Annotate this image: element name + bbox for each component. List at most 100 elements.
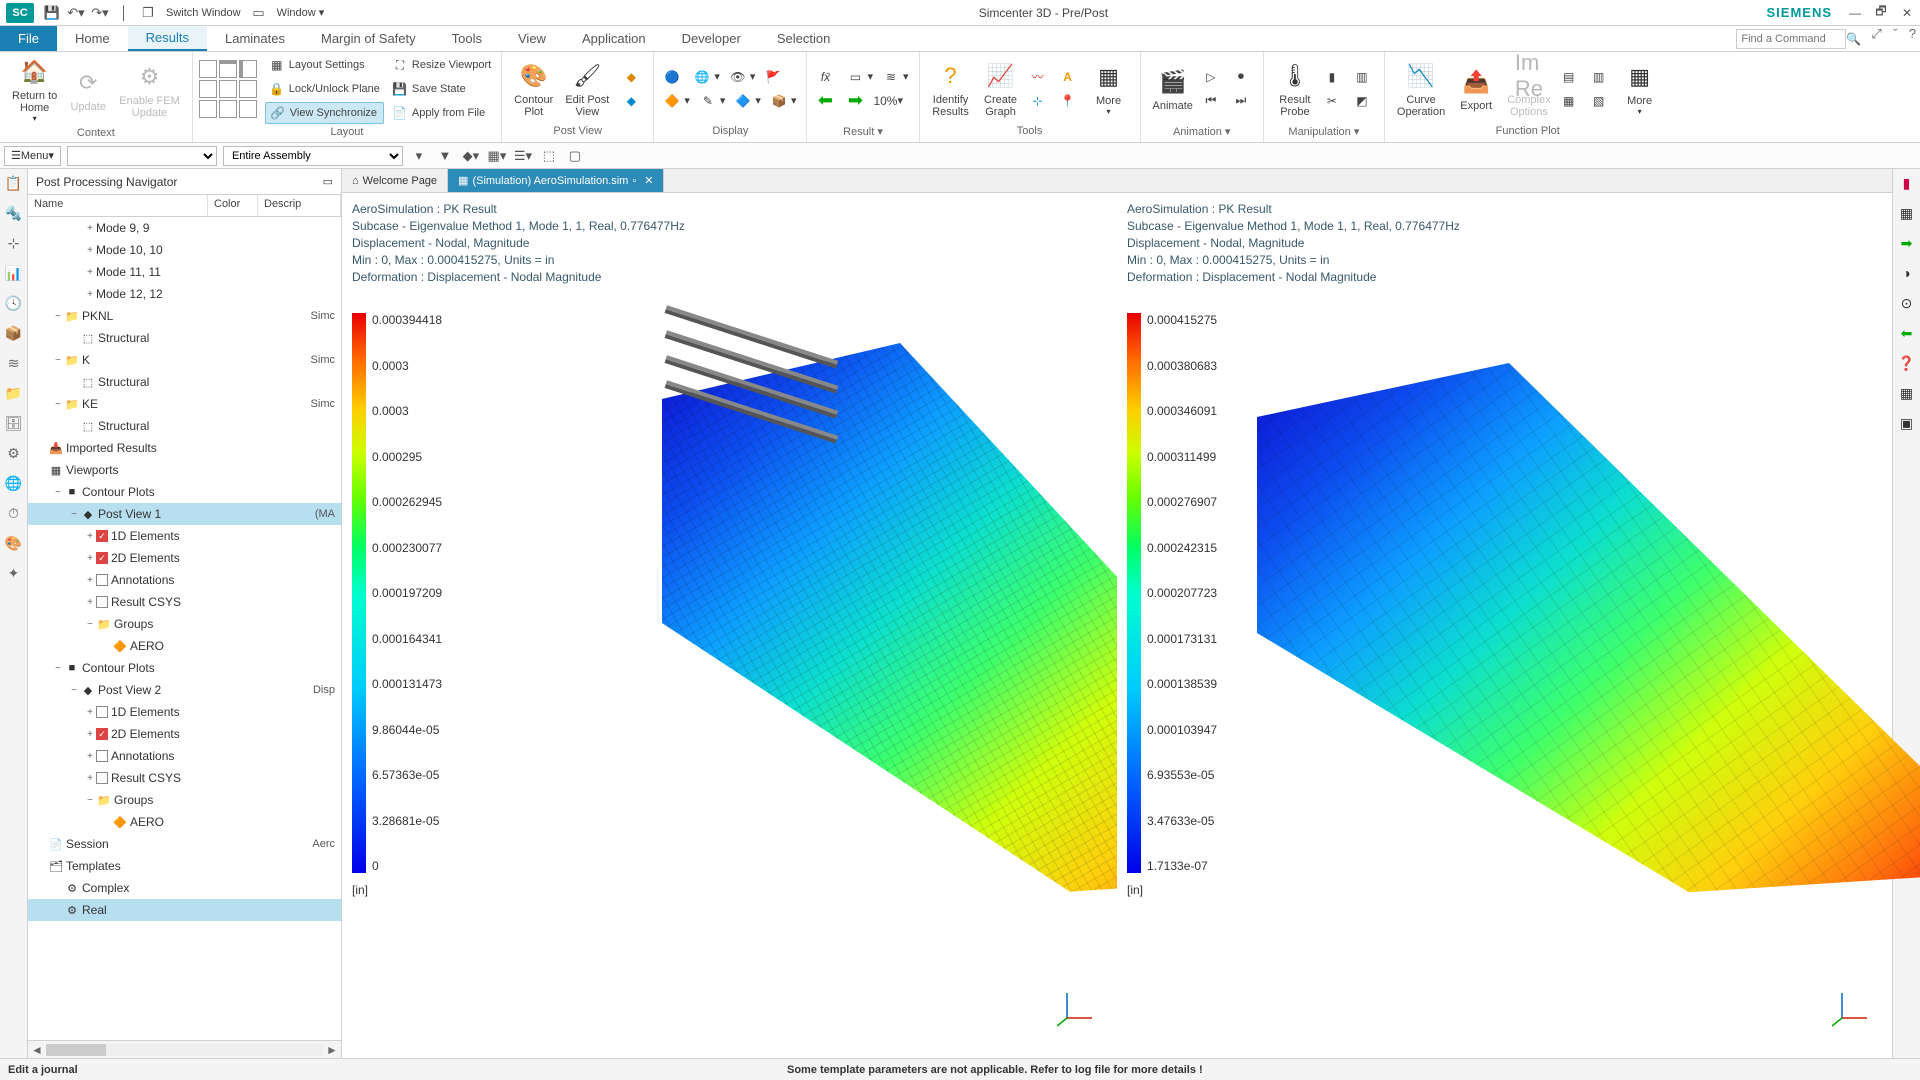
scroll-right-icon[interactable]: ► — [323, 1043, 341, 1057]
tools-opt2[interactable]: A — [1056, 66, 1084, 88]
disp-a1[interactable]: 🔵 — [660, 66, 688, 88]
resize-viewport-button[interactable]: ⛶Resize Viewport — [388, 54, 495, 76]
result-a1[interactable]: fx̄ — [813, 66, 841, 88]
scroll-left-icon[interactable]: ◄ — [28, 1043, 46, 1057]
search-icon[interactable]: 🔍 — [1846, 32, 1861, 46]
constraint-icon[interactable]: ⊹ — [4, 233, 24, 253]
identify-results-button[interactable]: ?Identify Results — [926, 58, 976, 120]
tree-row[interactable]: −📁KESimc — [28, 393, 341, 415]
manip-b1[interactable]: ✂ — [1320, 90, 1348, 112]
redo-icon[interactable]: ↷▾ — [90, 3, 110, 23]
switch-window-button[interactable]: Switch Window — [160, 7, 247, 19]
nav-tab-icon[interactable]: 📋 — [4, 173, 24, 193]
edit-post-view-button[interactable]: 🖌Edit Post View — [559, 58, 615, 120]
tree-row[interactable]: ⬚Structural — [28, 327, 341, 349]
next-result-button[interactable]: ➡ — [843, 90, 871, 112]
tab-application[interactable]: Application — [564, 26, 664, 51]
cube-nav-icon[interactable]: 📦 — [4, 323, 24, 343]
rs-icon-2[interactable]: ▦ — [1897, 203, 1917, 223]
col-name[interactable]: Name — [28, 195, 208, 216]
rs-icon-1[interactable]: ▮ — [1897, 173, 1917, 193]
disp-b1[interactable]: 🔶▾ — [660, 90, 694, 112]
export-button[interactable]: 📤Export — [1451, 64, 1501, 114]
tree-row[interactable]: −◆Post View 1(MA — [28, 503, 341, 525]
curve-operation-button[interactable]: 📉Curve Operation — [1391, 58, 1451, 120]
tb-cube-icon[interactable]: ◆▾ — [461, 146, 481, 166]
disp-b4[interactable]: 📦▾ — [767, 90, 801, 112]
filter-select-1[interactable] — [67, 146, 217, 166]
result-percent-button[interactable]: 10%▾ — [873, 90, 907, 112]
tree-row[interactable]: 🔶AERO — [28, 635, 341, 657]
tree-row[interactable]: +Mode 10, 10 — [28, 239, 341, 261]
postview-opt2-button[interactable]: ◆ — [619, 90, 647, 112]
tb-list-icon[interactable]: ☰▾ — [513, 146, 533, 166]
tree-row[interactable]: +✓2D Elements — [28, 723, 341, 745]
fp-b1[interactable]: ▦ — [1557, 90, 1585, 112]
window-menu-button[interactable]: Window ▾ — [271, 6, 331, 19]
minimize-button[interactable]: — — [1842, 3, 1868, 23]
file-tab[interactable]: File — [0, 26, 57, 51]
help-icon[interactable]: ? — [1909, 26, 1916, 41]
tree-row[interactable]: ⚙Real — [28, 899, 341, 921]
fp-b2[interactable]: ▧ — [1587, 90, 1615, 112]
tree-row[interactable]: 📥Imported Results — [28, 437, 341, 459]
layout-grid-picker[interactable] — [199, 60, 257, 118]
manip-a1[interactable]: ▮ — [1320, 66, 1348, 88]
scroll-thumb[interactable] — [46, 1044, 106, 1056]
result-a3[interactable]: ≋▾ — [879, 66, 913, 88]
tab-pin-icon[interactable]: ▫ — [632, 175, 636, 187]
palette-nav-icon[interactable]: 🎨 — [4, 533, 24, 553]
tb-select-icon[interactable]: ⬚ — [539, 146, 559, 166]
tree-row[interactable]: −📁Groups — [28, 789, 341, 811]
fp-a1[interactable]: ▤ — [1557, 66, 1585, 88]
result-probe-button[interactable]: 🌡Result Probe — [1270, 58, 1320, 120]
tab-view[interactable]: View — [500, 26, 564, 51]
navigator-tree[interactable]: +Mode 9, 9+Mode 10, 10+Mode 11, 11+Mode … — [28, 217, 341, 1040]
viewport-2[interactable]: AeroSimulation : PK Result Subcase - Eig… — [1117, 193, 1892, 1058]
tb-filter-icon[interactable]: ▼ — [435, 146, 455, 166]
tab-selection[interactable]: Selection — [759, 26, 848, 51]
result-a2[interactable]: ▭▾ — [843, 66, 877, 88]
tree-row[interactable]: −📁Groups — [28, 613, 341, 635]
gear-nav-icon[interactable]: ⚙ — [4, 443, 24, 463]
tab-home[interactable]: Home — [57, 26, 128, 51]
tab-simulation-file[interactable]: ▦ (Simulation) AeroSimulation.sim ▫ ✕ — [448, 169, 664, 192]
restore-button[interactable]: 🗗 — [1868, 3, 1894, 23]
lock-unlock-plane-button[interactable]: 🔒Lock/Unlock Plane — [265, 78, 384, 100]
tree-row[interactable]: ▦Viewports — [28, 459, 341, 481]
tree-row[interactable]: ⬚Structural — [28, 371, 341, 393]
contour-plot-button[interactable]: 🎨Contour Plot — [508, 58, 559, 120]
menu-button[interactable]: ☰ Menu ▾ — [4, 146, 61, 166]
tools-more-button[interactable]: ▦More▾ — [1084, 59, 1134, 118]
tree-row[interactable]: +Annotations — [28, 569, 341, 591]
tree-row[interactable]: +Annotations — [28, 745, 341, 767]
pin-icon[interactable]: ▭ — [323, 175, 333, 188]
tree-row[interactable]: +Mode 9, 9 — [28, 217, 341, 239]
layers-nav-icon[interactable]: ≋ — [4, 353, 24, 373]
tb-box-icon[interactable]: ▢ — [565, 146, 585, 166]
prev-result-button[interactable]: ⬅ — [813, 90, 841, 112]
rs-forward-icon[interactable]: ➡ — [1897, 233, 1917, 253]
tree-row[interactable]: +1D Elements — [28, 701, 341, 723]
undo-icon[interactable]: ↶▾ — [66, 3, 86, 23]
disp-a2[interactable]: 🌐▾ — [690, 66, 724, 88]
tb-icon-1[interactable]: ▾ — [409, 146, 429, 166]
rs-play-circle-icon[interactable]: ⊙ — [1897, 293, 1917, 313]
tab-results[interactable]: Results — [128, 26, 207, 51]
tools-opt1[interactable]: 〰 — [1026, 66, 1054, 88]
disp-a3[interactable]: 👁▾ — [726, 66, 760, 88]
part-nav-icon[interactable]: 🔩 — [4, 203, 24, 223]
record-button[interactable]: ⏺ — [1229, 66, 1257, 88]
db-nav-icon[interactable]: 🗄 — [4, 413, 24, 433]
rs-back-icon[interactable]: ⬅ — [1897, 323, 1917, 343]
ribbon-expand-icon[interactable]: ⤢ — [1871, 26, 1881, 41]
fp-a2[interactable]: ▥ — [1587, 66, 1615, 88]
col-descrip[interactable]: Descrip — [258, 195, 341, 216]
tab-close-icon[interactable]: ✕ — [644, 174, 653, 187]
window-icon[interactable]: ▭ — [249, 3, 269, 23]
tree-row[interactable]: +Result CSYS — [28, 767, 341, 789]
tree-row[interactable]: 🗂Templates — [28, 855, 341, 877]
h-scrollbar[interactable]: ◄ ► — [28, 1040, 341, 1058]
disp-b3[interactable]: 🔷▾ — [731, 90, 765, 112]
save-state-button[interactable]: 💾Save State — [388, 78, 495, 100]
